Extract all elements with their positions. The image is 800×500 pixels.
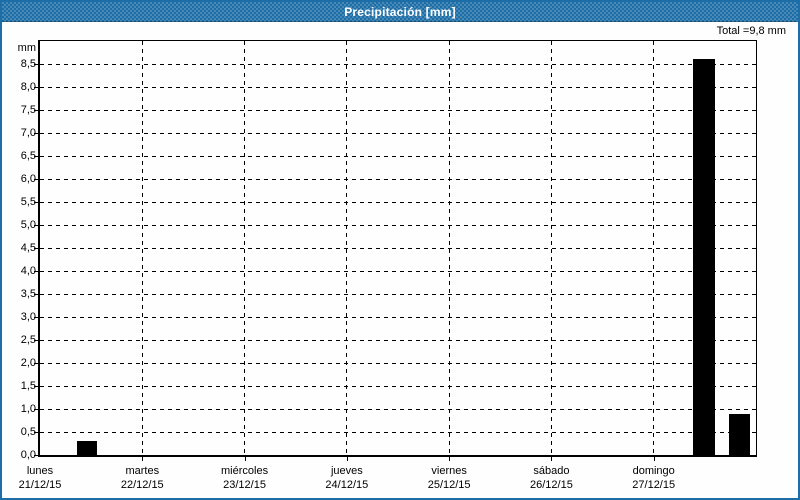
y-axis-tick-label: 3,0 bbox=[20, 311, 36, 323]
x-axis-day-label: miércoles 23/12/15 bbox=[200, 464, 290, 492]
y-gridline bbox=[40, 63, 756, 65]
x-gridline bbox=[141, 41, 143, 455]
y-axis-tick-label: 5,5 bbox=[20, 196, 36, 208]
x-axis-day-label: viernes 25/12/15 bbox=[404, 464, 494, 492]
y-gridline bbox=[40, 431, 756, 433]
day-date: 27/12/15 bbox=[632, 479, 676, 491]
precipitation-bar bbox=[77, 441, 97, 455]
day-date: 23/12/15 bbox=[223, 479, 266, 491]
y-gridline bbox=[40, 385, 756, 387]
x-axis-tick bbox=[449, 457, 451, 461]
y-axis-tick-label: 5,0 bbox=[20, 219, 36, 231]
y-axis-tick-label: 4,0 bbox=[20, 265, 36, 277]
y-gridline bbox=[40, 408, 756, 410]
y-axis-tick-label: 2,5 bbox=[20, 334, 36, 346]
y-gridline bbox=[40, 201, 756, 203]
x-axis-tick bbox=[244, 457, 246, 461]
y-axis-tick-label: 8,0 bbox=[20, 81, 36, 93]
y-gridline bbox=[40, 247, 756, 249]
precipitation-chart-panel: Precipitación [mm] Total =9,8 mm mm 0,0 0… bbox=[0, 0, 800, 500]
y-gridline bbox=[40, 270, 756, 272]
y-gridline bbox=[40, 86, 756, 88]
y-gridline bbox=[40, 224, 756, 226]
y-axis-tick-label: 1,0 bbox=[20, 403, 36, 415]
y-axis-tick-label: 7,5 bbox=[20, 104, 36, 116]
x-axis-day-label: sábado 26/12/15 bbox=[506, 464, 596, 492]
x-axis-tick bbox=[551, 457, 553, 461]
y-axis-tick-label: 7,0 bbox=[20, 127, 36, 139]
y-axis-tick-label: 2,0 bbox=[20, 357, 36, 369]
x-axis-tick bbox=[346, 457, 348, 461]
y-axis-unit-label: mm bbox=[17, 42, 36, 54]
day-date: 22/12/15 bbox=[120, 479, 164, 491]
day-date: 24/12/15 bbox=[325, 479, 369, 491]
x-gridline bbox=[448, 41, 450, 455]
chart-title: Precipitación [mm] bbox=[344, 5, 456, 19]
y-gridline bbox=[40, 293, 756, 295]
x-gridline bbox=[550, 41, 552, 455]
x-axis-day-label: domingo 27/12/15 bbox=[609, 464, 699, 492]
y-gridline bbox=[40, 362, 756, 364]
x-gridline bbox=[244, 41, 246, 455]
day-name: miércoles bbox=[221, 465, 269, 477]
day-name: domingo bbox=[632, 465, 675, 477]
x-axis-day-label: jueves 24/12/15 bbox=[302, 464, 392, 492]
window-title-bar: Precipitación [mm] bbox=[2, 2, 798, 22]
x-axis-day-label: martes 22/12/15 bbox=[97, 464, 187, 492]
y-axis-tick-label: 6,5 bbox=[20, 150, 36, 162]
precipitation-bar bbox=[693, 59, 715, 455]
y-gridline bbox=[40, 178, 756, 180]
y-gridline bbox=[40, 132, 756, 134]
y-axis-tick-label: 8,5 bbox=[20, 58, 36, 70]
day-date: 26/12/15 bbox=[530, 479, 573, 491]
day-name: martes bbox=[125, 465, 160, 477]
y-axis-tick-label: 6,0 bbox=[20, 173, 36, 185]
y-axis-tick-label: 3,5 bbox=[20, 288, 36, 300]
y-gridline bbox=[40, 155, 756, 157]
precipitation-bar bbox=[729, 414, 750, 455]
y-axis-tick-label: 0,5 bbox=[20, 426, 36, 438]
y-axis-tick-label: 0,0 bbox=[20, 449, 36, 461]
x-gridline bbox=[653, 41, 655, 455]
plot-area bbox=[38, 40, 757, 457]
day-date: 25/12/15 bbox=[427, 479, 471, 491]
y-gridline bbox=[40, 316, 756, 318]
day-name: jueves bbox=[330, 465, 363, 477]
day-date: 21/12/15 bbox=[18, 479, 62, 491]
total-label: Total =9,8 mm bbox=[716, 25, 786, 37]
x-axis-tick bbox=[653, 457, 655, 461]
x-gridline bbox=[346, 41, 348, 455]
y-gridline bbox=[40, 109, 756, 111]
x-axis-day-label: lunes 21/12/15 bbox=[2, 464, 85, 492]
day-name: viernes bbox=[431, 465, 467, 477]
day-name: lunes bbox=[26, 465, 54, 477]
x-axis-tick bbox=[142, 457, 144, 461]
y-axis-tick-label: 1,5 bbox=[20, 380, 36, 392]
y-gridline bbox=[40, 339, 756, 341]
y-axis-tick-label: 4,5 bbox=[20, 242, 36, 254]
day-name: sábado bbox=[533, 465, 570, 477]
